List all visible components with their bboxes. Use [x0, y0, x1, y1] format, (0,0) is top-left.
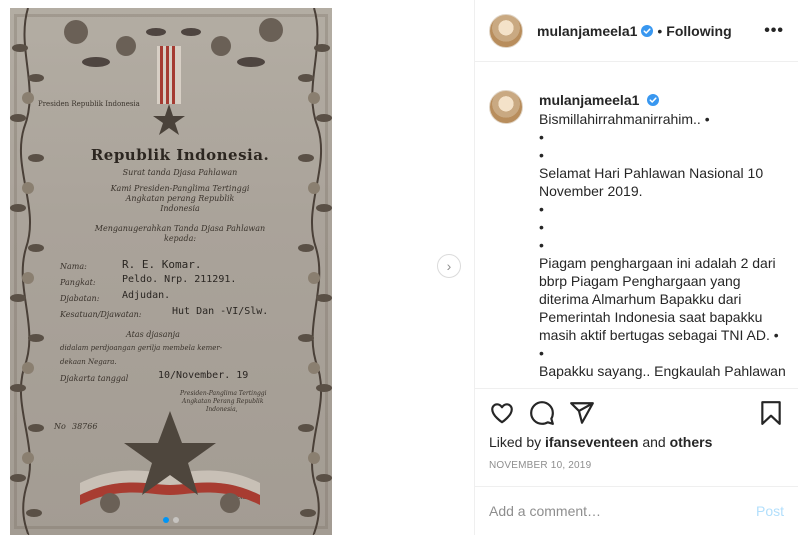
doc-merit-3: dekaan Negara.: [60, 358, 117, 366]
action-bar: [475, 388, 798, 436]
doc-name-label: Nama:: [60, 262, 87, 271]
caption-area: mulanjameela1 Bismillahirrahmanirrahim..…: [489, 78, 798, 380]
carousel-dot-2: [173, 517, 179, 523]
doc-signer-1: Presiden-Panglima Tertinggi: [180, 390, 267, 397]
caption-line: •: [539, 345, 544, 361]
doc-issuer-2: Angkatan perang Republik: [125, 194, 235, 203]
caption-text: Bismillahirrahmanirrahim.. • • • Selamat…: [539, 110, 789, 380]
floral-border-left: [10, 8, 44, 535]
medal-icon: [153, 46, 185, 135]
doc-unit-label: Kesatuan/Djawatan:: [60, 310, 142, 319]
avatar[interactable]: [489, 13, 523, 48]
likes-middle: and: [642, 434, 666, 450]
comment-icon[interactable]: [529, 400, 555, 426]
following-button[interactable]: Following: [666, 23, 731, 39]
caption-avatar[interactable]: [489, 90, 523, 124]
certificate-document: Presiden Republik Indonesia Republik Ind…: [10, 8, 332, 535]
carousel-indicator: [163, 517, 179, 523]
verified-badge-icon: [647, 94, 660, 106]
heart-icon[interactable]: [489, 400, 515, 426]
star-emblem-icon: [80, 411, 260, 513]
caption-username[interactable]: mulanjameela1: [539, 92, 639, 108]
doc-date-value: 10/November. 19: [158, 370, 249, 381]
doc-award-1: Menganugerahkan Tanda Djasa Pahlawan: [94, 224, 266, 233]
doc-date-label: Djakarta tanggal: [60, 374, 129, 383]
doc-rank-label: Pangkat:: [60, 278, 96, 287]
doc-award-2: kepada:: [163, 234, 197, 243]
caption-line: Bapakku sayang.. Engkaulah Pahlawan Seja…: [539, 363, 786, 379]
doc-title: Republik Indonesia.: [90, 146, 270, 164]
likes-summary: Liked by ifanseventeen and others: [489, 434, 712, 450]
post-media: Presiden Republik Indonesia Republik Ind…: [0, 0, 474, 535]
caption-line: •: [539, 147, 544, 163]
comment-input[interactable]: [489, 503, 756, 519]
doc-role-value: Adjudan.: [122, 290, 171, 301]
doc-unit-value: Hut Dan -VI/Slw.: [172, 306, 269, 317]
doc-subtitle: Surat tanda Djasa Pahlawan: [122, 168, 238, 177]
comment-bar: Post: [475, 486, 798, 535]
doc-issuer-3: Indonesia: [160, 204, 200, 213]
doc-merit-2: didalam perdjoangan gerilja membela keme…: [60, 344, 223, 352]
others-link[interactable]: others: [670, 434, 713, 450]
post-details-panel: mulanjameela1 • Following ••• mulanjamee…: [474, 0, 798, 535]
floral-border-right: [298, 8, 332, 535]
chevron-right-icon: ›: [446, 258, 452, 274]
likes-prefix: Liked by: [489, 434, 542, 450]
carousel-dot-1: [163, 517, 169, 523]
post-header: mulanjameela1 • Following •••: [475, 0, 798, 62]
post-photo[interactable]: Presiden Republik Indonesia Republik Ind…: [10, 8, 332, 535]
doc-role-label: Djabatan:: [60, 294, 100, 303]
verified-badge-icon: [641, 24, 654, 37]
doc-name-value: R. E. Komar.: [122, 258, 202, 271]
doc-issuer-1: Kami Presiden-Panglima Tertinggi: [110, 184, 250, 193]
caption-line: •: [539, 201, 544, 217]
doc-rank-value: Peldo. Nrp. 211291.: [122, 274, 237, 285]
caption-line: Bismillahirrahmanirrahim.. •: [539, 111, 710, 127]
post-date[interactable]: NOVEMBER 10, 2019: [489, 460, 591, 471]
share-icon[interactable]: [569, 400, 595, 426]
caption-line: •: [539, 237, 544, 253]
next-slide-button[interactable]: ›: [437, 254, 461, 278]
more-options-icon[interactable]: •••: [764, 22, 784, 40]
post-comment-button[interactable]: Post: [756, 503, 784, 519]
bookmark-icon[interactable]: [758, 400, 784, 426]
caption-line: Piagam penghargaan ini adalah 2 dari bbr…: [539, 255, 779, 343]
header-separator: •: [657, 22, 663, 39]
doc-merit-1: Atas djasanja: [126, 330, 180, 339]
caption-line: Selamat Hari Pahlawan Nasional 10 Novemb…: [539, 165, 764, 199]
caption-username-wrap: mulanjameela1: [539, 92, 660, 108]
caption-line: •: [539, 219, 544, 235]
caption-line: •: [539, 129, 544, 145]
doc-number-label: No: [54, 422, 66, 431]
liked-by-user-link[interactable]: ifanseventeen: [545, 434, 638, 450]
doc-top-caption: Presiden Republik Indonesia: [38, 100, 140, 108]
header-username[interactable]: mulanjameela1: [537, 23, 637, 39]
